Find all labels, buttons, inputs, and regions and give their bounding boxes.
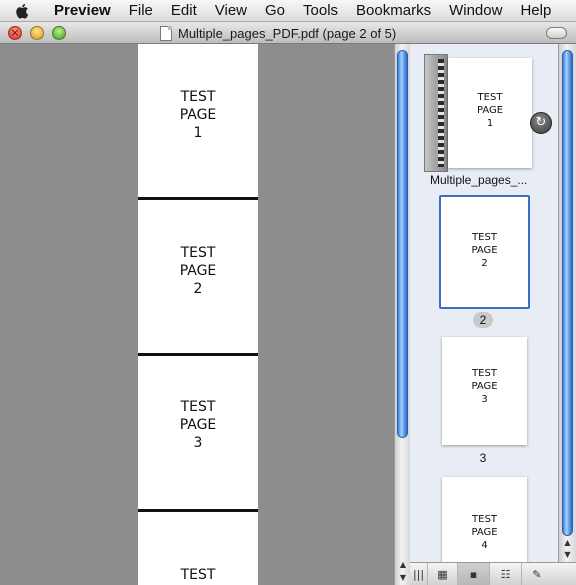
page-2-text: TEST PAGE 2 (179, 245, 217, 297)
binder-icon (424, 54, 448, 172)
document-view[interactable]: TEST PAGE 1 TEST PAGE 2 TEST PAGE 3 TEST… (0, 44, 394, 585)
thumbnail-label-2: 2 (473, 312, 493, 328)
sidebar-scroll-thumb[interactable] (562, 50, 573, 536)
thumbnail-page-1[interactable]: TEST PAGE 1 (448, 58, 532, 168)
thumbnail-page-2[interactable]: TEST PAGE 2 (439, 195, 530, 309)
close-icon: × (10, 26, 20, 39)
menu-bookmarks[interactable]: Bookmarks (347, 0, 440, 22)
sidebar-resize-handle-icon[interactable]: ||| (410, 563, 428, 585)
page-3-text: TEST PAGE 3 (179, 399, 217, 451)
close-window-button[interactable]: × (8, 26, 22, 40)
document-page-4: TEST 4 (138, 512, 258, 585)
scroll-down-arrow-icon[interactable]: ▼ (395, 572, 411, 584)
file-name-label: Multiple_pages_... (430, 173, 528, 187)
thumbnail-page-4-text: TEST PAGE 4 (471, 514, 498, 551)
thumbnail-page-4[interactable]: TEST PAGE 4 (442, 477, 527, 562)
minimize-window-button[interactable] (30, 26, 44, 40)
document-page-3: TEST PAGE 3 (138, 356, 258, 512)
menu-edit[interactable]: Edit (162, 0, 206, 22)
menu-go[interactable]: Go (256, 0, 294, 22)
menu-preview[interactable]: Preview (46, 0, 120, 22)
sidebar-scroll-up-arrow-icon[interactable]: ▲ (559, 537, 576, 549)
toolbar-toggle-button[interactable] (546, 27, 567, 39)
document-page-1: TEST PAGE 1 (138, 44, 258, 200)
menu-view[interactable]: View (206, 0, 256, 22)
sidebar-toolbar: ||| ▦ ▪ ☷ ✎ (410, 562, 576, 585)
pdf-document-icon[interactable] (160, 25, 172, 41)
window-title-text: Multiple_pages_PDF.pdf (page 2 of 5) (178, 25, 397, 41)
sidebar-scroll-down-arrow-icon[interactable]: ▼ (559, 549, 576, 561)
rotate-icon[interactable]: ↻ (530, 112, 552, 134)
thumbnail-sidebar: TEST PAGE 1 ↻ Multiple_pages_... TEST PA… (410, 44, 558, 562)
contact-sheet-icon[interactable]: ▦ (428, 563, 458, 585)
apple-icon[interactable] (0, 2, 46, 20)
menu-help[interactable]: Help (511, 0, 560, 22)
document-page-2: TEST PAGE 2 (138, 200, 258, 356)
menu-window[interactable]: Window (440, 0, 511, 22)
window-title: Multiple_pages_PDF.pdf (page 2 of 5) (160, 22, 396, 44)
document-scrollbar[interactable]: ▲ ▼ (394, 44, 410, 585)
window-title-bar: × Multiple_pages_PDF.pdf (page 2 of 5) (0, 22, 576, 44)
annotations-icon[interactable]: ✎ (522, 563, 552, 585)
scroll-up-arrow-icon[interactable]: ▲ (395, 559, 411, 571)
menu-bar: Preview File Edit View Go Tools Bookmark… (0, 0, 576, 22)
page-1-text: TEST PAGE 1 (179, 89, 217, 141)
zoom-window-button[interactable] (52, 26, 66, 40)
thumbnail-page-3[interactable]: TEST PAGE 3 (442, 337, 527, 445)
table-of-contents-icon[interactable]: ☷ (490, 563, 522, 585)
thumbnail-page-2-text: TEST PAGE 2 (471, 232, 498, 269)
file-thumbnail[interactable]: TEST PAGE 1 ↻ (424, 54, 552, 172)
thumbnail-label-3: 3 (479, 451, 487, 465)
page-4-text: TEST 4 (180, 567, 216, 583)
menu-file[interactable]: File (120, 0, 162, 22)
thumbnails-view-icon[interactable]: ▪ (458, 563, 490, 585)
thumbnail-page-3-text: TEST PAGE 3 (471, 368, 498, 405)
document-scroll-thumb[interactable] (397, 50, 408, 438)
sidebar-scrollbar[interactable]: ▲ ▼ (558, 44, 576, 562)
thumbnail-page-1-text: TEST PAGE 1 (476, 92, 504, 129)
menu-tools[interactable]: Tools (294, 0, 347, 22)
